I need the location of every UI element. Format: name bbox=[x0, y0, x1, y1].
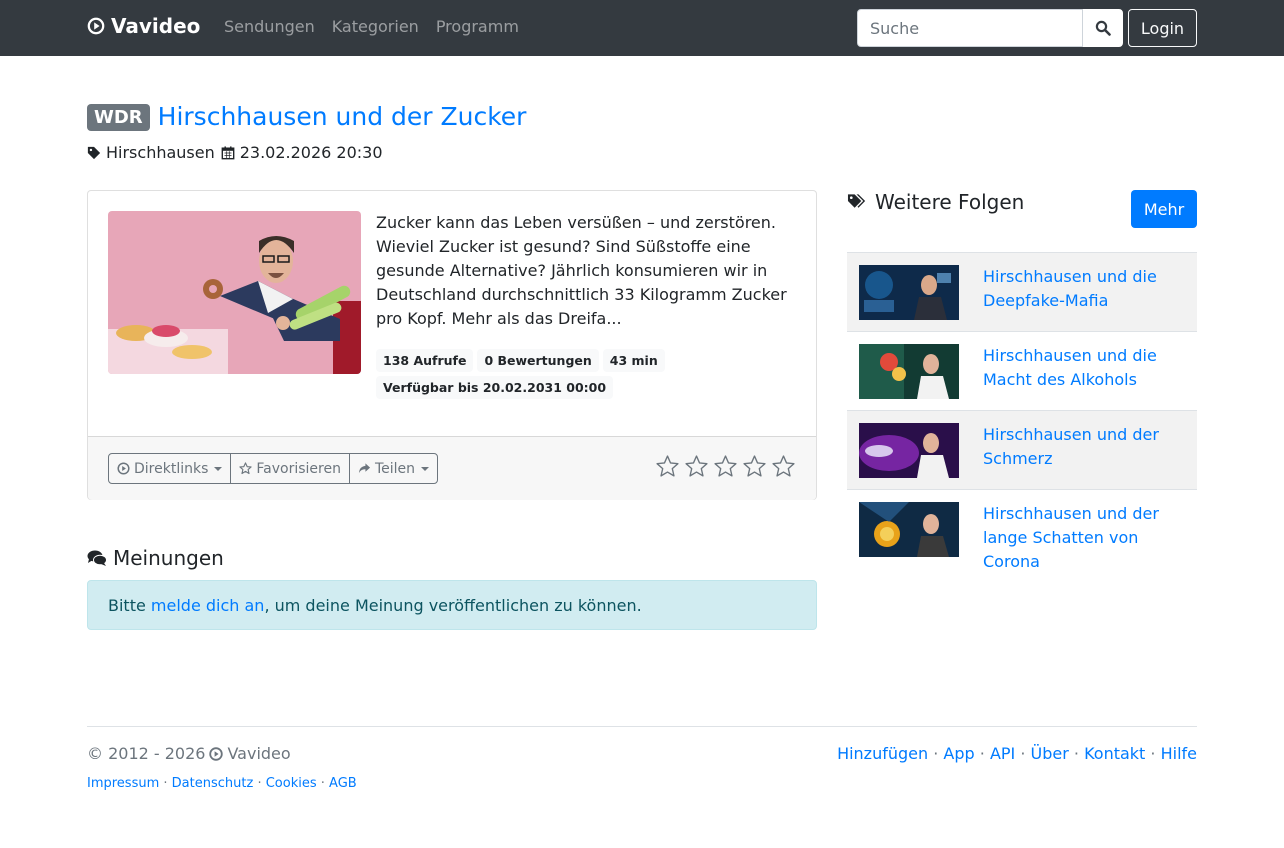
calendar-icon bbox=[221, 145, 235, 159]
contact-link[interactable]: Kontakt bbox=[1084, 744, 1145, 763]
rating-star-4[interactable] bbox=[742, 454, 767, 479]
card-actions: Direktlinks Favorisieren Teilen bbox=[88, 436, 816, 500]
opinions-title: Meinungen bbox=[113, 546, 224, 570]
search-form bbox=[857, 9, 1123, 47]
favorite-button[interactable]: Favorisieren bbox=[230, 453, 350, 484]
rating-star-3[interactable] bbox=[713, 454, 738, 479]
more-episodes-heading: Weitere Folgen bbox=[847, 190, 1024, 214]
rating-star-5[interactable] bbox=[771, 454, 796, 479]
search-button[interactable] bbox=[1083, 9, 1123, 47]
login-required-alert: Bitte melde dich an, um deine Meinung ve… bbox=[87, 580, 817, 630]
play-circle-icon bbox=[209, 746, 224, 761]
episode-card: Zucker kann das Leben versüßen – und zer… bbox=[87, 190, 817, 500]
channel-badge[interactable]: WDR bbox=[87, 103, 150, 131]
star-outline-icon bbox=[239, 462, 253, 475]
footer-brand: Vavideo bbox=[227, 744, 291, 763]
play-circle-icon bbox=[117, 462, 130, 475]
share-button[interactable]: Teilen bbox=[348, 453, 439, 484]
more-button[interactable]: Mehr bbox=[1131, 190, 1197, 228]
brand-name: Vavideo bbox=[111, 14, 201, 38]
episode-stats: 138 Aufrufe 0 Bewertungen 43 min Verfügb… bbox=[376, 349, 801, 403]
play-circle-icon bbox=[87, 17, 105, 35]
more-episodes-title: Weitere Folgen bbox=[875, 190, 1025, 214]
opinions-heading: Meinungen bbox=[87, 546, 224, 570]
brand-logo[interactable]: Vavideo bbox=[87, 14, 200, 38]
help-link[interactable]: Hilfe bbox=[1161, 744, 1197, 763]
show-link[interactable]: Hirschhausen bbox=[106, 143, 215, 162]
episode-thumbnail[interactable] bbox=[108, 211, 361, 374]
episode-thumbnail bbox=[859, 502, 959, 557]
app-link[interactable]: App bbox=[943, 744, 974, 763]
episode-link: Hirschhausen und der Schmerz bbox=[983, 425, 1159, 468]
ratings-badge: 0 Bewertungen bbox=[477, 349, 599, 372]
nav-programm[interactable]: Programm bbox=[436, 17, 519, 36]
datenschutz-link[interactable]: Datenschutz bbox=[172, 776, 254, 791]
navbar: Vavideo Sendungen Kategorien Programm Lo… bbox=[0, 0, 1284, 56]
page-title[interactable]: Hirschhausen und der Zucker bbox=[158, 101, 527, 133]
views-badge: 138 Aufrufe bbox=[376, 349, 474, 372]
alert-suffix: , um deine Meinung veröffentlichen zu kö… bbox=[264, 595, 642, 615]
add-link[interactable]: Hinzufügen bbox=[837, 744, 928, 763]
favorite-label: Favorisieren bbox=[256, 460, 341, 477]
copyright-text: © 2012 - 2026 bbox=[87, 744, 206, 763]
direct-links-button[interactable]: Direktlinks bbox=[108, 453, 232, 484]
episode-thumbnail bbox=[859, 344, 959, 399]
agb-link[interactable]: AGB bbox=[329, 776, 357, 791]
legal-links: Impressum · Datenschutz · Cookies · AGB bbox=[87, 776, 357, 791]
cookies-link[interactable]: Cookies bbox=[266, 776, 317, 791]
main-nav: Sendungen Kategorien Programm bbox=[224, 17, 519, 36]
login-button[interactable]: Login bbox=[1128, 9, 1197, 47]
rating-star-2[interactable] bbox=[684, 454, 709, 479]
rating-star-1[interactable] bbox=[655, 454, 680, 479]
share-label: Teilen bbox=[374, 460, 416, 477]
nav-kategorien[interactable]: Kategorien bbox=[332, 17, 419, 36]
list-item[interactable]: Hirschhausen und der lange Schatten von … bbox=[847, 489, 1197, 579]
impressum-link[interactable]: Impressum bbox=[87, 776, 159, 791]
copyright: © 2012 - 2026 Vavideo bbox=[87, 744, 291, 763]
episode-link: Hirschhausen und die Macht des Alkohols bbox=[983, 346, 1157, 389]
chevron-down-icon bbox=[421, 466, 430, 471]
api-link[interactable]: API bbox=[990, 744, 1015, 763]
chevron-down-icon bbox=[214, 466, 223, 471]
episode-meta: Hirschhausen 23.02.2026 20:30 bbox=[87, 143, 383, 162]
tag-icon bbox=[87, 146, 101, 159]
episode-link: Hirschhausen und der lange Schatten von … bbox=[983, 504, 1159, 571]
episode-thumbnail bbox=[859, 423, 959, 478]
comments-icon bbox=[87, 550, 107, 566]
availability-badge: Verfügbar bis 20.02.2031 00:00 bbox=[376, 376, 614, 399]
search-input[interactable] bbox=[857, 9, 1083, 47]
list-item[interactable]: Hirschhausen und der Schmerz bbox=[847, 410, 1197, 489]
nav-sendungen[interactable]: Sendungen bbox=[224, 17, 315, 36]
duration-badge: 43 min bbox=[602, 349, 665, 372]
footer-divider bbox=[87, 726, 1197, 727]
episode-link: Hirschhausen und die Deepfake-Mafia bbox=[983, 267, 1157, 310]
star-rating bbox=[655, 454, 796, 479]
alert-prefix: Bitte bbox=[108, 595, 151, 615]
air-datetime: 23.02.2026 20:30 bbox=[239, 143, 383, 162]
episode-description: Zucker kann das Leben versüßen – und zer… bbox=[376, 213, 787, 328]
about-link[interactable]: Über bbox=[1031, 744, 1069, 763]
footer-links: Hinzufügen · App · API · Über · Kontakt … bbox=[837, 744, 1197, 763]
action-button-group: Direktlinks Favorisieren Teilen bbox=[108, 453, 439, 484]
login-link[interactable]: melde dich an bbox=[151, 596, 265, 615]
share-icon bbox=[358, 463, 371, 474]
more-episodes-list: Hirschhausen und die Deepfake-Mafia Hirs… bbox=[847, 252, 1197, 579]
search-icon bbox=[1095, 20, 1111, 36]
episode-header: WDR Hirschhausen und der Zucker bbox=[87, 101, 526, 133]
list-item[interactable]: Hirschhausen und die Deepfake-Mafia bbox=[847, 252, 1197, 331]
tags-icon bbox=[847, 194, 866, 208]
direct-links-label: Direktlinks bbox=[134, 460, 209, 477]
list-item[interactable]: Hirschhausen und die Macht des Alkohols bbox=[847, 331, 1197, 410]
episode-thumbnail bbox=[859, 265, 959, 320]
